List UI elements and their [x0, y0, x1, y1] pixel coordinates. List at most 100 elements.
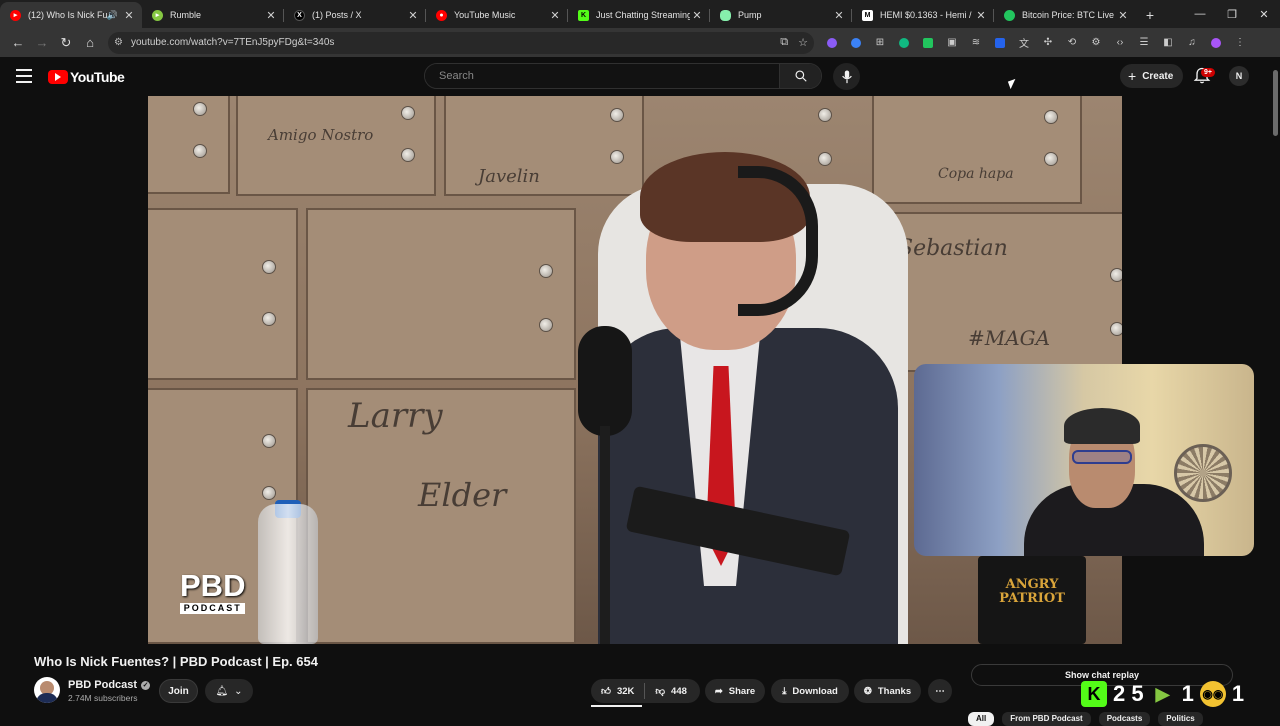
install-app-icon[interactable]: ⧉ [780, 36, 788, 49]
back-icon[interactable]: ← [6, 31, 30, 55]
browser-tab-youtube[interactable]: ▸ (12) Who Is Nick Fuentes 🔊 ✕ [0, 2, 142, 28]
channel-name[interactable]: PBD Podcast ✓ [68, 679, 151, 691]
browser-tab-rumble[interactable]: ▸ Rumble ✕ [142, 2, 284, 28]
page-scrollbar[interactable] [1271, 57, 1280, 720]
tab-title: YouTube Music [454, 10, 516, 20]
settings-sync-icon[interactable]: ⚙ [1084, 32, 1108, 54]
search-button[interactable] [779, 64, 821, 88]
forward-icon[interactable]: → [30, 31, 54, 55]
chip-from-channel[interactable]: From PBD Podcast [1002, 712, 1091, 726]
history-icon[interactable]: ⟲ [1060, 32, 1084, 54]
streamer-webcam-overlay [914, 364, 1254, 556]
third-count: 1 [1231, 681, 1245, 706]
media-control-icon[interactable]: ♫ [1180, 32, 1204, 54]
tab-title: (1) Posts / X [312, 10, 362, 20]
channel-avatar[interactable] [34, 677, 60, 703]
tab-title: (12) Who Is Nick Fuentes [28, 10, 107, 20]
new-tab-button[interactable]: + [1136, 2, 1164, 28]
chip-podcasts[interactable]: Podcasts [1098, 712, 1151, 726]
close-window-icon[interactable]: ✕ [1248, 0, 1280, 28]
restore-icon[interactable]: ❐ [1216, 0, 1248, 28]
browser-tab-pump[interactable]: Pump ✕ [710, 2, 852, 28]
close-tab-icon[interactable]: ✕ [690, 9, 704, 22]
extension-window-icon[interactable]: ▣ [940, 32, 964, 54]
like-button[interactable]: 👍︎ 32K [591, 679, 644, 703]
thanks-label: Thanks [877, 685, 912, 697]
side-panel-icon[interactable]: ◧ [1156, 32, 1180, 54]
tab-title: HEMI $0.1363 - Hemi / US [880, 10, 974, 20]
watermark-sub: PODCAST [180, 603, 246, 614]
close-tab-icon[interactable]: ✕ [406, 9, 420, 22]
subscription-notifications-button[interactable]: 🔔︎ ⌄ [205, 679, 253, 703]
extension-gamepad-icon[interactable]: ⊞ [868, 32, 892, 54]
scrollbar-thumb[interactable] [1273, 70, 1278, 136]
extension-blue-shield-icon[interactable] [988, 32, 1012, 54]
devtools-icon[interactable]: ‹› [1108, 32, 1132, 54]
browser-tab-bitcoin[interactable]: Bitcoin Price: BTC Live Pric ✕ [994, 2, 1136, 28]
close-tab-icon[interactable]: ✕ [548, 9, 562, 22]
signature-scrawl: #MAGA [968, 326, 1051, 350]
channel-name-text[interactable]: PBD Podcast [68, 679, 137, 691]
bitcoin-favicon-icon [1004, 9, 1015, 21]
thumbs-down-icon: 👎︎ [655, 686, 666, 697]
video-title: Who Is Nick Fuentes? | PBD Podcast | Ep.… [34, 654, 318, 669]
close-tab-icon[interactable]: ✕ [122, 9, 136, 22]
rumble-logo-icon: ▶ [1155, 683, 1170, 704]
podcast-microphone [578, 326, 632, 436]
account-avatar[interactable]: N [1229, 66, 1249, 86]
close-tab-icon[interactable]: ✕ [1116, 9, 1130, 22]
voice-search-button[interactable] [833, 63, 860, 90]
download-label: Download [792, 685, 838, 697]
profile-avatar-icon[interactable] [1204, 32, 1228, 54]
extension-blue-dot-icon[interactable] [844, 32, 868, 54]
browser-tab-youtube-music[interactable]: ● YouTube Music ✕ [426, 2, 568, 28]
desk-fan [1174, 444, 1232, 502]
guide-menu-icon[interactable] [16, 69, 32, 83]
extension-green-icon[interactable] [892, 32, 916, 54]
more-actions-button[interactable]: ⋯ [928, 679, 952, 703]
search-box [424, 63, 822, 89]
close-tab-icon[interactable]: ✕ [832, 9, 846, 22]
microphone-icon [841, 69, 852, 83]
microphone-stand [600, 426, 610, 644]
youtube-wordmark: YouTube [70, 69, 125, 85]
url-text[interactable]: youtube.com/watch?v=7TEnJ5pyFDg&t=340s [131, 37, 770, 48]
thanks-button[interactable]: ❂ Thanks [854, 679, 921, 703]
search-input[interactable] [425, 64, 779, 88]
extensions-puzzle-icon[interactable]: ✣ [1036, 32, 1060, 54]
browser-tab-hemi[interactable]: M HEMI $0.1363 - Hemi / US ✕ [852, 2, 994, 28]
recommendation-chips: All From PBD Podcast Podcasts Politics [968, 712, 1203, 726]
create-button[interactable]: + Create [1120, 64, 1184, 88]
x-favicon-icon: X [294, 9, 305, 21]
browser-tab-x[interactable]: X (1) Posts / X ✕ [284, 2, 426, 28]
chevron-down-icon: ⌄ [234, 685, 243, 697]
site-info-icon[interactable]: ⚙ [114, 37, 123, 48]
tab-title: Pump [738, 10, 762, 20]
minimize-icon[interactable]: — [1184, 0, 1216, 28]
extension-translate-icon[interactable]: 文 [1012, 32, 1036, 54]
extension-shield-icon[interactable] [916, 32, 940, 54]
address-bar[interactable]: ⚙ youtube.com/watch?v=7TEnJ5pyFDg&t=340s… [108, 31, 814, 54]
download-button[interactable]: ⤓ Download [771, 679, 849, 703]
viewer-counters-overlay: K 2 5 ▶ 1 ◉◉ 1 [1081, 681, 1244, 707]
audio-playing-icon[interactable]: 🔊 [107, 10, 118, 21]
chip-all[interactable]: All [968, 712, 995, 726]
reading-list-icon[interactable]: ☰ [1132, 32, 1156, 54]
join-button[interactable]: Join [159, 679, 198, 703]
extension-waves-icon[interactable]: ≋ [964, 32, 988, 54]
mug-text: ANGRY PATRIOT [999, 577, 1065, 607]
bookmark-star-icon[interactable]: ☆ [798, 36, 808, 49]
share-button[interactable]: ➦ Share [705, 679, 765, 703]
reload-icon[interactable]: ↻ [54, 31, 78, 55]
home-icon[interactable]: ⌂ [78, 31, 102, 55]
youtube-logo[interactable]: YouTube [48, 69, 125, 85]
extension-circle-icon[interactable] [820, 32, 844, 54]
kick-logo-icon: K [1081, 681, 1107, 707]
close-tab-icon[interactable]: ✕ [264, 9, 278, 22]
water-bottle [258, 504, 318, 644]
close-tab-icon[interactable]: ✕ [974, 9, 988, 22]
browser-tab-kick[interactable]: K Just Chatting Streaming - ✕ [568, 2, 710, 28]
dislike-button[interactable]: 👎︎ 448 [645, 679, 697, 703]
browser-menu-icon[interactable]: ⋮ [1228, 32, 1252, 54]
chip-politics[interactable]: Politics [1158, 712, 1203, 726]
